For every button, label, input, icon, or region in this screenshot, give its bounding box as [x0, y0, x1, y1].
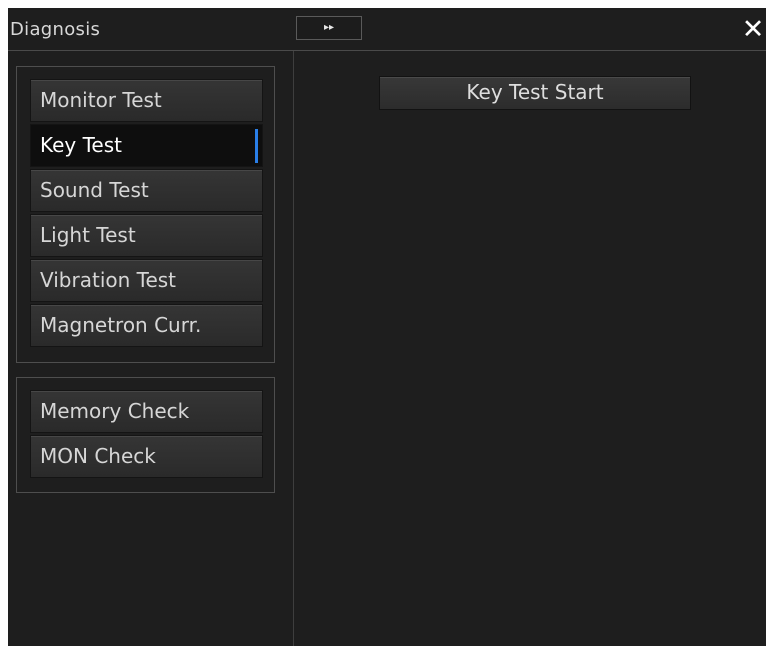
key-test-button[interactable]: Key Test	[30, 124, 263, 167]
panel-divider	[293, 51, 294, 646]
vibration-test-button[interactable]: Vibration Test	[30, 259, 263, 302]
key-test-label: Key Test	[40, 133, 123, 157]
monitor-test-button[interactable]: Monitor Test	[30, 79, 263, 122]
active-indicator	[255, 129, 258, 163]
diagnosis-window: Diagnosis ▸▸ ✕ Monitor Test Key Test Sou…	[8, 8, 766, 646]
key-test-start-button[interactable]: Key Test Start	[379, 76, 691, 110]
magnetron-curr-button[interactable]: Magnetron Curr.	[30, 304, 263, 347]
title-bar: Diagnosis ▸▸ ✕	[8, 8, 766, 51]
mon-check-button[interactable]: MON Check	[30, 435, 263, 478]
light-test-button[interactable]: Light Test	[30, 214, 263, 257]
expand-button[interactable]: ▸▸	[296, 16, 362, 40]
test-menu-group: Monitor Test Key Test Sound Test Light T…	[16, 66, 275, 363]
check-menu-group: Memory Check MON Check	[16, 377, 275, 493]
memory-check-button[interactable]: Memory Check	[30, 390, 263, 433]
sound-test-button[interactable]: Sound Test	[30, 169, 263, 212]
window-title: Diagnosis	[10, 19, 101, 40]
close-icon[interactable]: ✕	[740, 15, 766, 45]
